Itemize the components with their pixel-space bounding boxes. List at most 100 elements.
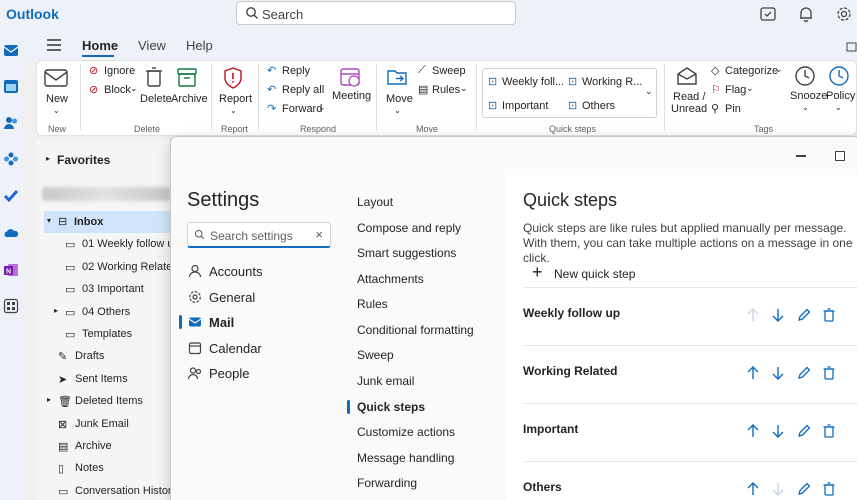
block-button[interactable]: Block	[104, 84, 131, 96]
mail-section-smart-suggestions[interactable]: Smart suggestions	[357, 246, 456, 260]
move-up-icon[interactable]	[745, 481, 761, 497]
archive-button[interactable]: Archive	[171, 93, 208, 105]
delete-trash-icon[interactable]	[821, 365, 837, 381]
chevron-down-icon[interactable]: ⌄	[775, 64, 783, 75]
folder-item[interactable]: Deleted Items	[75, 395, 143, 407]
delete-trash-icon[interactable]	[821, 481, 837, 497]
folder-item[interactable]: 01 Weekly follow up	[82, 238, 180, 250]
mail-section-quick-steps[interactable]: Quick steps	[357, 400, 425, 414]
mail-section-forwarding[interactable]: Forwarding	[357, 476, 417, 490]
delete-trash-icon[interactable]	[821, 423, 837, 439]
move-up-icon[interactable]	[745, 423, 761, 439]
mail-section-junk-email[interactable]: Junk email	[357, 374, 414, 388]
search-input[interactable]: Search	[236, 1, 516, 25]
snooze-button[interactable]: Snooze	[790, 90, 827, 102]
mail-section-conditional-formatting[interactable]: Conditional formatting	[357, 323, 474, 337]
calendar-app-icon[interactable]	[3, 78, 19, 94]
onenote-app-icon[interactable]: N	[3, 262, 19, 278]
edit-pencil-icon[interactable]	[796, 365, 812, 381]
favorites-header[interactable]: Favorites	[57, 153, 110, 167]
onedrive-app-icon[interactable]	[3, 225, 19, 241]
chevron-right-icon[interactable]: ▸	[46, 154, 50, 163]
chevron-down-icon[interactable]: ▾	[47, 216, 51, 225]
read-unread-icon[interactable]	[676, 66, 698, 86]
account-name-redacted[interactable]	[42, 187, 170, 201]
chevron-right-icon[interactable]: ▸	[47, 395, 51, 404]
ribbon-collapse-icon[interactable]	[846, 42, 857, 52]
chevron-down-icon[interactable]: ⌄	[318, 102, 326, 113]
ignore-button[interactable]: Ignore	[104, 65, 135, 77]
chevron-down-icon[interactable]: ⌄	[53, 106, 60, 115]
reply-button[interactable]: Reply	[282, 65, 310, 77]
mail-section-rules[interactable]: Rules	[357, 297, 388, 311]
chevron-down-icon[interactable]: ⌄	[835, 103, 842, 112]
new-mail-icon[interactable]	[44, 67, 68, 89]
delete-trash-icon[interactable]	[821, 307, 837, 323]
more-apps-icon[interactable]	[3, 298, 19, 314]
tab-view[interactable]: View	[138, 38, 166, 53]
move-up-icon[interactable]	[745, 365, 761, 381]
folder-inbox[interactable]: Inbox	[74, 216, 103, 228]
read-unread-button-line2[interactable]: Unread	[671, 103, 707, 115]
new-button[interactable]: New	[46, 93, 68, 105]
mail-section-compose[interactable]: Compose and reply	[357, 221, 461, 235]
quick-step-working[interactable]: Working R...	[582, 76, 642, 88]
policy-button[interactable]: Policy	[826, 90, 855, 102]
settings-gear-icon[interactable]	[835, 5, 853, 23]
chevron-down-icon[interactable]: ⌄	[746, 83, 754, 94]
settings-cat-people[interactable]: People	[209, 366, 249, 381]
folder-item[interactable]: Sent Items	[75, 373, 128, 385]
todo-app-icon[interactable]	[3, 188, 19, 204]
tab-home[interactable]: Home	[82, 38, 118, 53]
policy-icon[interactable]	[828, 65, 850, 87]
folder-item[interactable]: Conversation History	[75, 485, 177, 497]
mail-section-layout[interactable]: Layout	[357, 195, 393, 209]
folder-item[interactable]: 03 Important	[82, 283, 144, 295]
settings-cat-calendar[interactable]: Calendar	[209, 341, 262, 356]
quick-steps-expand-icon[interactable]: ⌄	[645, 86, 653, 97]
settings-search-input[interactable]: Search settings ×	[187, 222, 331, 248]
rules-button[interactable]: Rules	[432, 84, 460, 96]
settings-cat-accounts[interactable]: Accounts	[209, 264, 262, 279]
quick-step-others[interactable]: Others	[582, 100, 615, 112]
chevron-right-icon[interactable]: ▸	[54, 306, 58, 315]
mail-section-sweep[interactable]: Sweep	[357, 348, 394, 362]
notification-bell-icon[interactable]	[797, 5, 815, 23]
meeting-button[interactable]: Meeting	[332, 90, 371, 102]
plus-icon[interactable]: +	[532, 263, 543, 281]
report-shield-icon[interactable]	[222, 66, 244, 90]
quick-step-weekly[interactable]: Weekly foll...	[502, 76, 564, 88]
forward-button[interactable]: Forward	[282, 103, 322, 115]
chevron-down-icon[interactable]: ⌄	[394, 106, 401, 115]
chevron-down-icon[interactable]: ⌄	[802, 103, 809, 112]
minimize-icon[interactable]	[796, 155, 806, 157]
delete-icon[interactable]	[144, 66, 164, 88]
folder-item[interactable]: Notes	[75, 462, 104, 474]
pin-button[interactable]: Pin	[725, 103, 741, 115]
folder-item[interactable]: 04 Others	[82, 306, 130, 318]
delete-button[interactable]: Delete	[140, 93, 172, 105]
tab-help[interactable]: Help	[186, 38, 213, 53]
read-unread-button-line1[interactable]: Read /	[673, 91, 705, 103]
snooze-clock-icon[interactable]	[794, 65, 816, 87]
categorize-button[interactable]: Categorize	[725, 65, 778, 77]
mail-app-icon[interactable]	[3, 42, 19, 58]
folder-item[interactable]: Archive	[75, 440, 112, 452]
chevron-down-icon[interactable]: ⌄	[460, 83, 468, 94]
reply-all-button[interactable]: Reply all	[282, 84, 324, 96]
my-day-icon[interactable]	[759, 5, 777, 23]
sweep-button[interactable]: Sweep	[432, 65, 466, 77]
maximize-icon[interactable]	[835, 151, 845, 161]
archive-icon[interactable]	[176, 66, 198, 88]
move-folder-icon[interactable]	[386, 66, 410, 88]
edit-pencil-icon[interactable]	[796, 423, 812, 439]
move-down-icon[interactable]	[770, 481, 786, 497]
settings-cat-mail[interactable]: Mail	[209, 315, 234, 330]
move-up-icon[interactable]	[745, 307, 761, 323]
hamburger-menu-icon[interactable]	[46, 38, 62, 52]
new-quick-step-button[interactable]: New quick step	[554, 267, 635, 281]
flag-button[interactable]: Flag	[725, 84, 746, 96]
mail-section-attachments[interactable]: Attachments	[357, 272, 424, 286]
mail-section-customize-actions[interactable]: Customize actions	[357, 425, 455, 439]
folder-item[interactable]: Junk Email	[75, 418, 129, 430]
